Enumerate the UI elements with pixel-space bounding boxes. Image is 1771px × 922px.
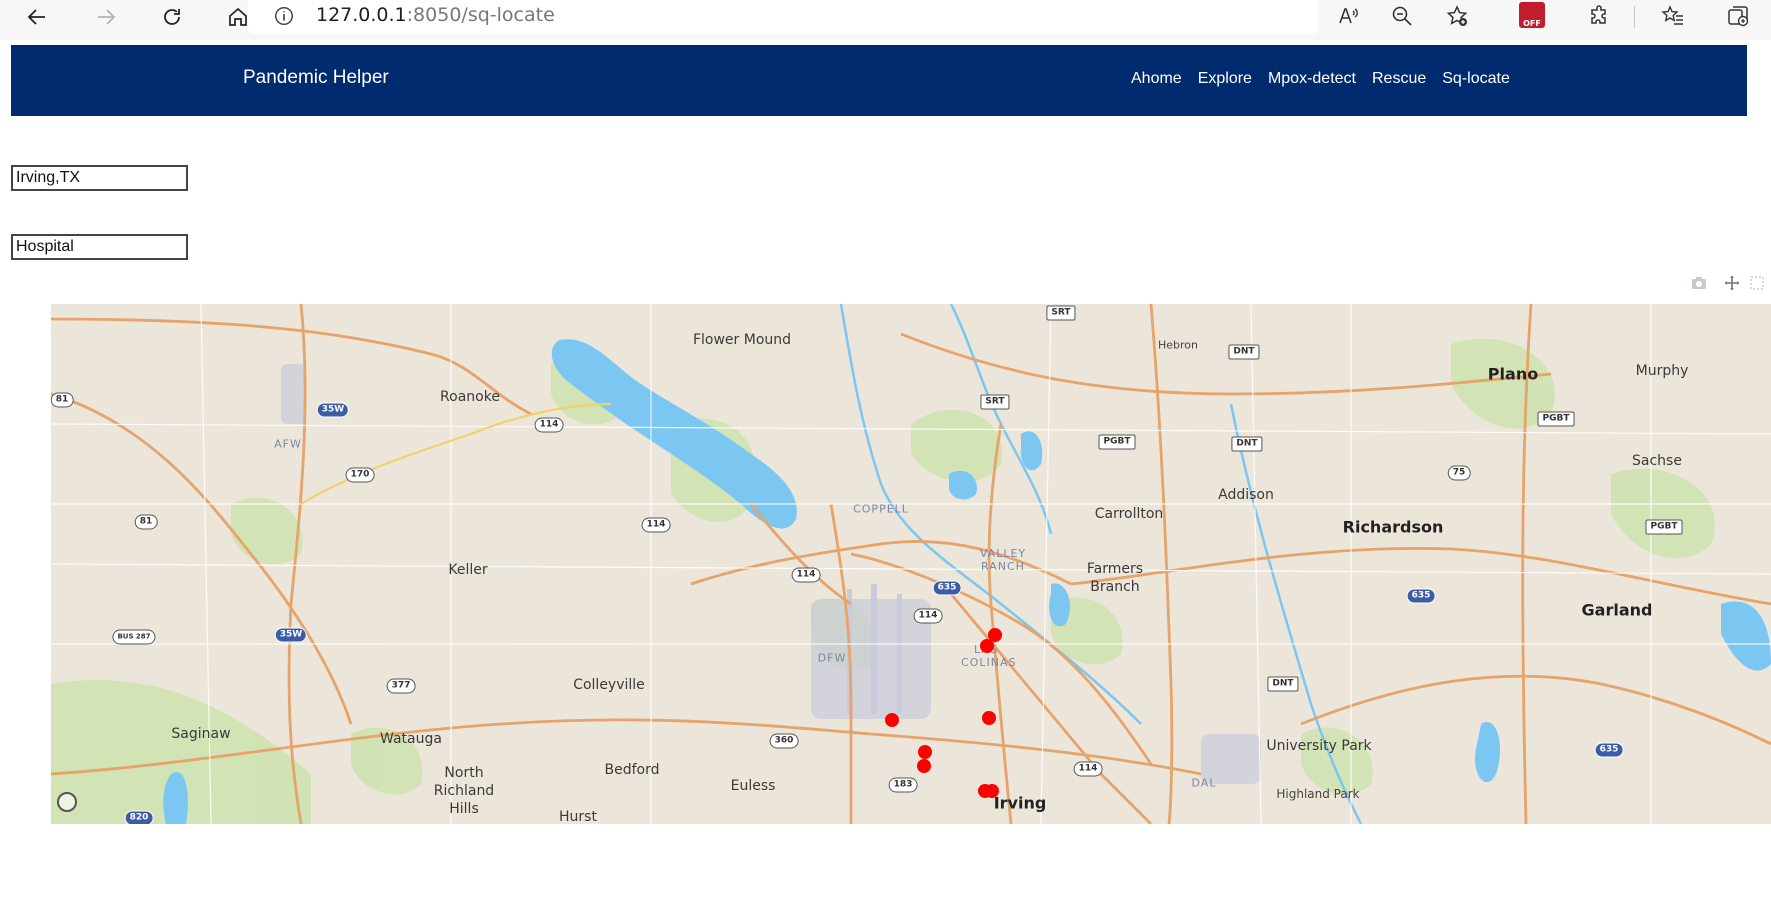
route-shield-srt: SRT bbox=[1046, 305, 1076, 321]
off-badge-label: OFF bbox=[1523, 19, 1541, 28]
map-label-flower-mound: Flower Mound bbox=[692, 332, 792, 348]
route-shield-dnt: DNT bbox=[1228, 344, 1260, 360]
map-label-garland: Garland bbox=[1581, 600, 1653, 620]
map-label-plano: Plano bbox=[1487, 364, 1539, 384]
reload-icon[interactable] bbox=[157, 2, 187, 32]
route-shield-35w: 35W bbox=[316, 402, 350, 418]
route-shield-srt: SRT bbox=[980, 394, 1010, 410]
map-label-north-richland-hills: North Richland Hills bbox=[433, 765, 495, 817]
app-navbar: Pandemic Helper Ahome Explore Mpox-detec… bbox=[11, 45, 1747, 116]
route-shield-114: 114 bbox=[534, 417, 564, 433]
route-shield-114: 114 bbox=[1073, 761, 1103, 777]
map-label-valley-ranch: VALLEY RANCH bbox=[979, 547, 1027, 573]
nav-link-sq-locate[interactable]: Sq-locate bbox=[1442, 70, 1510, 88]
route-shield-635: 635 bbox=[1406, 588, 1436, 604]
toolbar-divider bbox=[1634, 6, 1635, 28]
route-shield-820: 820 bbox=[124, 810, 154, 824]
route-shield-dnt: DNT bbox=[1267, 676, 1299, 692]
nav-link-rescue[interactable]: Rescue bbox=[1372, 70, 1426, 88]
collections-icon[interactable] bbox=[1721, 0, 1755, 32]
favorites-icon[interactable] bbox=[1656, 0, 1690, 32]
map-label-hurst: Hurst bbox=[559, 809, 597, 824]
map-label-university-park: University Park bbox=[1266, 738, 1372, 754]
map-label-saginaw: Saginaw bbox=[171, 726, 231, 742]
map-label-roanoke: Roanoke bbox=[440, 389, 500, 405]
add-favorite-icon[interactable] bbox=[1440, 0, 1474, 32]
place-type-input[interactable] bbox=[11, 234, 188, 260]
map-label-keller: Keller bbox=[448, 562, 488, 578]
map-label-euless: Euless bbox=[730, 778, 776, 794]
url-path: :8050/sq-locate bbox=[406, 4, 555, 26]
extensions-puzzle-icon[interactable] bbox=[1583, 0, 1617, 32]
map-label-sachse: Sachse bbox=[1632, 453, 1682, 469]
route-shield-114: 114 bbox=[791, 567, 821, 583]
url-host: 127.0.0.1 bbox=[316, 4, 407, 26]
zoom-out-icon[interactable] bbox=[1385, 0, 1419, 32]
route-shield-170: 170 bbox=[345, 467, 375, 483]
map-label-irving: Irving bbox=[993, 793, 1047, 813]
forward-arrow-icon[interactable] bbox=[91, 2, 121, 32]
map-label-farmers-branch: Farmers Branch bbox=[1086, 561, 1144, 595]
back-arrow-icon[interactable] bbox=[22, 2, 52, 32]
read-aloud-icon[interactable] bbox=[1332, 0, 1366, 32]
brand-title[interactable]: Pandemic Helper bbox=[243, 67, 389, 89]
map-label-coppell: COPPELL bbox=[853, 502, 909, 516]
route-shield-75: 75 bbox=[1447, 465, 1471, 481]
location-input[interactable] bbox=[11, 165, 188, 191]
route-shield-81: 81 bbox=[51, 392, 74, 408]
route-shield-377: 377 bbox=[386, 678, 416, 694]
info-icon[interactable] bbox=[270, 2, 298, 30]
browser-toolbar: 127.0.0.1:8050/sq-locate OFF bbox=[0, 0, 1771, 40]
map-label-highland-park: Highland Park bbox=[1276, 787, 1360, 801]
nav-link-explore[interactable]: Explore bbox=[1198, 70, 1252, 88]
route-shield-114: 114 bbox=[641, 517, 671, 533]
route-shield-bus-287: BUS 287 bbox=[112, 629, 156, 645]
nav-link-mpox-detect[interactable]: Mpox-detect bbox=[1268, 70, 1356, 88]
route-shield-360: 360 bbox=[769, 733, 799, 749]
map-label-carrollton: Carrollton bbox=[1094, 506, 1164, 522]
extension-off-icon[interactable]: OFF bbox=[1519, 2, 1545, 28]
route-shield-pgbt: PGBT bbox=[1645, 519, 1683, 535]
map-view[interactable]: Flower Mound Hebron Plano Murphy Roanoke… bbox=[51, 304, 1771, 824]
route-shield-114: 114 bbox=[913, 608, 943, 624]
map-label-afw: AFW bbox=[274, 437, 302, 451]
route-shield-dnt: DNT bbox=[1231, 436, 1263, 452]
map-label-dfw: DFW bbox=[817, 651, 847, 665]
map-label-richardson: Richardson bbox=[1342, 517, 1444, 537]
url-text[interactable]: 127.0.0.1:8050/sq-locate bbox=[316, 4, 555, 26]
route-shield-pgbt: PGBT bbox=[1098, 434, 1136, 450]
nav-link-ahome[interactable]: Ahome bbox=[1131, 70, 1182, 88]
route-shield-81: 81 bbox=[134, 514, 158, 530]
map-label-bedford: Bedford bbox=[604, 762, 660, 778]
route-shield-pgbt: PGBT bbox=[1537, 411, 1575, 427]
route-shield-35w: 35W bbox=[274, 627, 308, 643]
map-label-watauga: Watauga bbox=[380, 731, 442, 747]
map-label-las-colinas: LAS COLINAS bbox=[961, 643, 1017, 669]
pan-icon[interactable] bbox=[1723, 274, 1741, 292]
route-shield-635: 635 bbox=[1594, 742, 1624, 758]
camera-icon[interactable] bbox=[1690, 274, 1708, 292]
nav-links: Ahome Explore Mpox-detect Rescue Sq-loca… bbox=[1131, 70, 1526, 88]
map-label-hebron: Hebron bbox=[1157, 338, 1199, 352]
box-select-icon[interactable] bbox=[1748, 274, 1766, 292]
mapbox-logo-icon[interactable] bbox=[57, 792, 77, 812]
map-label-addison: Addison bbox=[1218, 487, 1274, 503]
route-shield-635: 635 bbox=[932, 580, 962, 596]
map-label-dal: DAL bbox=[1191, 776, 1217, 790]
map-label-colleyville: Colleyville bbox=[573, 677, 645, 693]
map-label-murphy: Murphy bbox=[1635, 363, 1689, 379]
route-shield-183: 183 bbox=[888, 777, 918, 793]
